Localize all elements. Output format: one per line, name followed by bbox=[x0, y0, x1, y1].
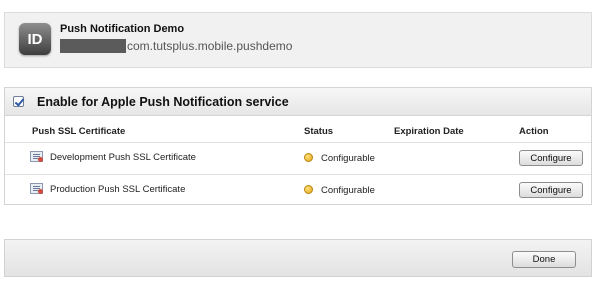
enable-push-label[interactable]: Enable for Apple Push Notification servi… bbox=[37, 95, 289, 109]
footer-bar: Done bbox=[4, 239, 592, 277]
panel-header: Enable for Apple Push Notification servi… bbox=[5, 88, 591, 116]
table-row: Development Push SSL Certificate Configu… bbox=[5, 142, 591, 173]
app-name: Push Notification Demo bbox=[60, 23, 185, 35]
configure-production-button[interactable]: Configure bbox=[519, 182, 583, 198]
column-header-certificate: Push SSL Certificate bbox=[32, 126, 126, 137]
redacted-team-id bbox=[60, 39, 126, 53]
checkbox-checked-icon[interactable] bbox=[13, 96, 24, 107]
app-id-header: ID Push Notification Demo com.tutsplus.m… bbox=[4, 12, 592, 68]
done-button[interactable]: Done bbox=[512, 251, 576, 268]
status-text: Configurable bbox=[321, 153, 375, 164]
status-dot-icon bbox=[304, 153, 313, 162]
push-notification-panel: Enable for Apple Push Notification servi… bbox=[4, 87, 592, 205]
status-dot-icon bbox=[304, 185, 313, 194]
app-icon-label: ID bbox=[27, 30, 43, 48]
app-id-icon: ID bbox=[19, 23, 51, 55]
certificate-icon bbox=[30, 183, 43, 194]
table-row: Production Push SSL Certificate Configur… bbox=[5, 174, 591, 205]
bundle-id: com.tutsplus.mobile.pushdemo bbox=[127, 39, 293, 53]
column-header-expiration: Expiration Date bbox=[394, 126, 464, 137]
column-header-status: Status bbox=[304, 126, 334, 137]
certificate-name: Development Push SSL Certificate bbox=[50, 152, 196, 163]
certificate-icon bbox=[30, 151, 43, 162]
certificate-name: Production Push SSL Certificate bbox=[50, 184, 186, 195]
bundle-id-row: com.tutsplus.mobile.pushdemo bbox=[60, 39, 292, 53]
column-header-action: Action bbox=[519, 126, 549, 137]
configure-development-button[interactable]: Configure bbox=[519, 150, 583, 166]
status-text: Configurable bbox=[321, 185, 375, 196]
